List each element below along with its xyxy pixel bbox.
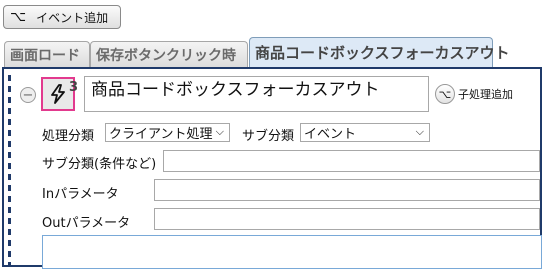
add-child-process-button[interactable]: ⌥ 子処理追加 <box>435 83 544 105</box>
memo-textarea[interactable] <box>42 235 542 269</box>
processing-category-label: 処理分類 <box>42 129 95 144</box>
tab-product-code-focus-out[interactable]: 商品コードボックスフォーカスアウト <box>249 37 510 67</box>
add-event-label: イベント追加 <box>36 10 109 25</box>
out-param-label: Outパラメータ <box>42 216 131 231</box>
event-tabs: 画面ロード 保存ボタンクリック時 商品コードボックスフォーカスアウト <box>2 37 544 67</box>
branch-icon: ⌥ <box>10 9 27 25</box>
in-param-field[interactable] <box>154 179 540 201</box>
tab-label: 保存ボタンクリック時 <box>96 47 236 64</box>
event-panel: − 3 商品コードボックスフォーカスアウト ⌥ 子処理追加 処理分類 クライアン… <box>2 67 544 269</box>
tab-label: 画面ロード <box>10 47 80 64</box>
tab-screen-load[interactable]: 画面ロード <box>4 41 90 67</box>
chevron-down-icon: ⌵ <box>215 125 224 138</box>
chevron-down-icon: ⌵ <box>415 125 424 138</box>
in-param-label: Inパラメータ <box>42 187 119 202</box>
tab-label: 商品コードボックスフォーカスアウト <box>255 44 510 62</box>
sub-category-label: サブ分類 <box>242 129 295 144</box>
processing-category-select[interactable]: クライアント処理 ⌵ <box>105 123 230 142</box>
lightning-icon <box>51 84 65 104</box>
sub-category-condition-label: サブ分類(条件など) <box>42 157 157 172</box>
sub-category-select[interactable]: イベント ⌵ <box>300 123 430 142</box>
processing-category-value: クライアント処理 <box>109 127 213 142</box>
add-event-button[interactable]: ⌥ イベント追加 <box>3 5 121 29</box>
add-child-label: 子処理追加 <box>458 88 513 101</box>
branch-icon: ⌥ <box>435 84 455 104</box>
tab-save-button-click[interactable]: 保存ボタンクリック時 <box>90 41 248 67</box>
collapse-icon[interactable]: − <box>20 87 36 103</box>
event-title-input[interactable]: 商品コードボックスフォーカスアウト <box>84 76 429 112</box>
out-param-field[interactable] <box>154 208 540 230</box>
sub-category-value: イベント <box>304 127 357 142</box>
sub-category-condition-field[interactable] <box>163 150 540 172</box>
step-number: 3 <box>69 80 79 95</box>
tree-connector-line <box>8 75 11 265</box>
